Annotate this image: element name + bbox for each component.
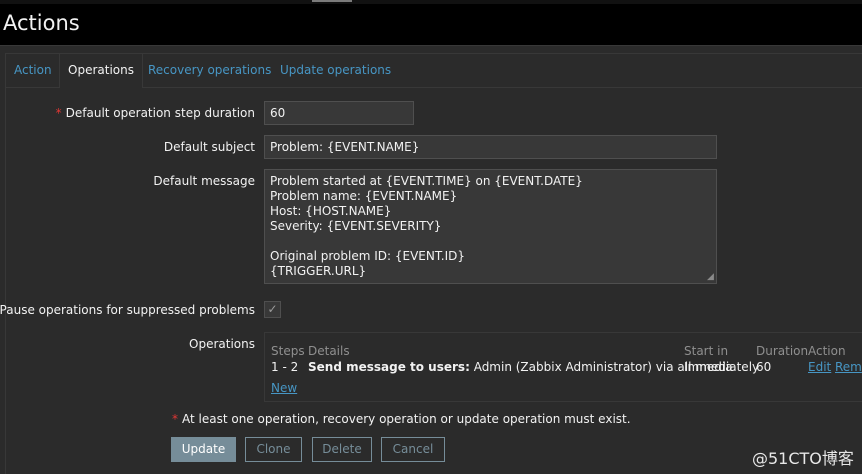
message-line: Host: {HOST.NAME} <box>270 204 392 218</box>
col-header-action: Action <box>808 344 846 358</box>
operation-remove-link[interactable]: Rem <box>835 360 862 374</box>
operation-duration: 60 <box>756 360 772 374</box>
message-line: {TRIGGER.URL} <box>270 264 367 278</box>
step-duration-label: * Default operation step duration <box>55 106 255 120</box>
step-duration-input[interactable] <box>264 101 414 125</box>
default-subject-input[interactable] <box>264 135 717 159</box>
default-subject-label: Default subject <box>163 140 255 154</box>
scroll-marker <box>312 0 352 2</box>
tab-recovery-operations[interactable]: Recovery operations <box>140 54 279 87</box>
operation-details-title: Send message to users: <box>308 360 470 374</box>
delete-button[interactable]: Delete <box>312 437 372 462</box>
watermark: @51CTO博客 <box>752 449 854 468</box>
message-line: Original problem ID: {EVENT.ID} <box>270 249 465 263</box>
page-title: Actions <box>3 11 80 35</box>
tab-bar: Action Operations Recovery operations Up… <box>6 54 862 88</box>
cancel-button[interactable]: Cancel <box>381 437 445 462</box>
col-header-steps: Steps <box>271 344 305 358</box>
col-header-start-in: Start in <box>684 344 729 358</box>
tab-update-operations[interactable]: Update operations <box>272 54 399 87</box>
operations-warning: * At least one operation, recovery operat… <box>172 412 631 426</box>
operation-edit-link[interactable]: Edit <box>808 360 831 374</box>
col-header-details: Details <box>308 344 350 358</box>
operation-details: Send message to users: Admin (Zabbix Adm… <box>308 360 733 374</box>
pause-suppressed-checkbox[interactable]: ✓ <box>264 301 281 318</box>
operation-new-link[interactable]: New <box>271 381 297 395</box>
required-asterisk: * <box>55 106 62 120</box>
message-line: Severity: {EVENT.SEVERITY} <box>270 219 442 233</box>
operation-steps: 1 - 2 <box>271 360 299 374</box>
message-line <box>270 234 710 249</box>
default-message-label: Default message <box>153 174 255 188</box>
pause-suppressed-label: Pause operations for suppressed problems <box>0 303 255 317</box>
checkmark-icon: ✓ <box>267 302 278 316</box>
page-header: Actions <box>0 4 862 46</box>
tab-operations[interactable]: Operations <box>59 54 143 88</box>
operation-start-in: Immediately <box>684 360 760 374</box>
resize-grip-icon[interactable]: ◢ <box>707 272 717 282</box>
message-line: Problem name: {EVENT.NAME} <box>270 189 458 203</box>
default-message-text: Problem started at {EVENT.TIME} on {EVEN… <box>270 174 710 279</box>
message-line: Problem started at {EVENT.TIME} on {EVEN… <box>270 174 583 188</box>
col-header-duration: Duration <box>756 344 809 358</box>
operations-label: Operations <box>189 337 255 351</box>
update-button[interactable]: Update <box>171 437 236 462</box>
clone-button[interactable]: Clone <box>245 437 302 462</box>
tab-action[interactable]: Action <box>6 54 60 87</box>
